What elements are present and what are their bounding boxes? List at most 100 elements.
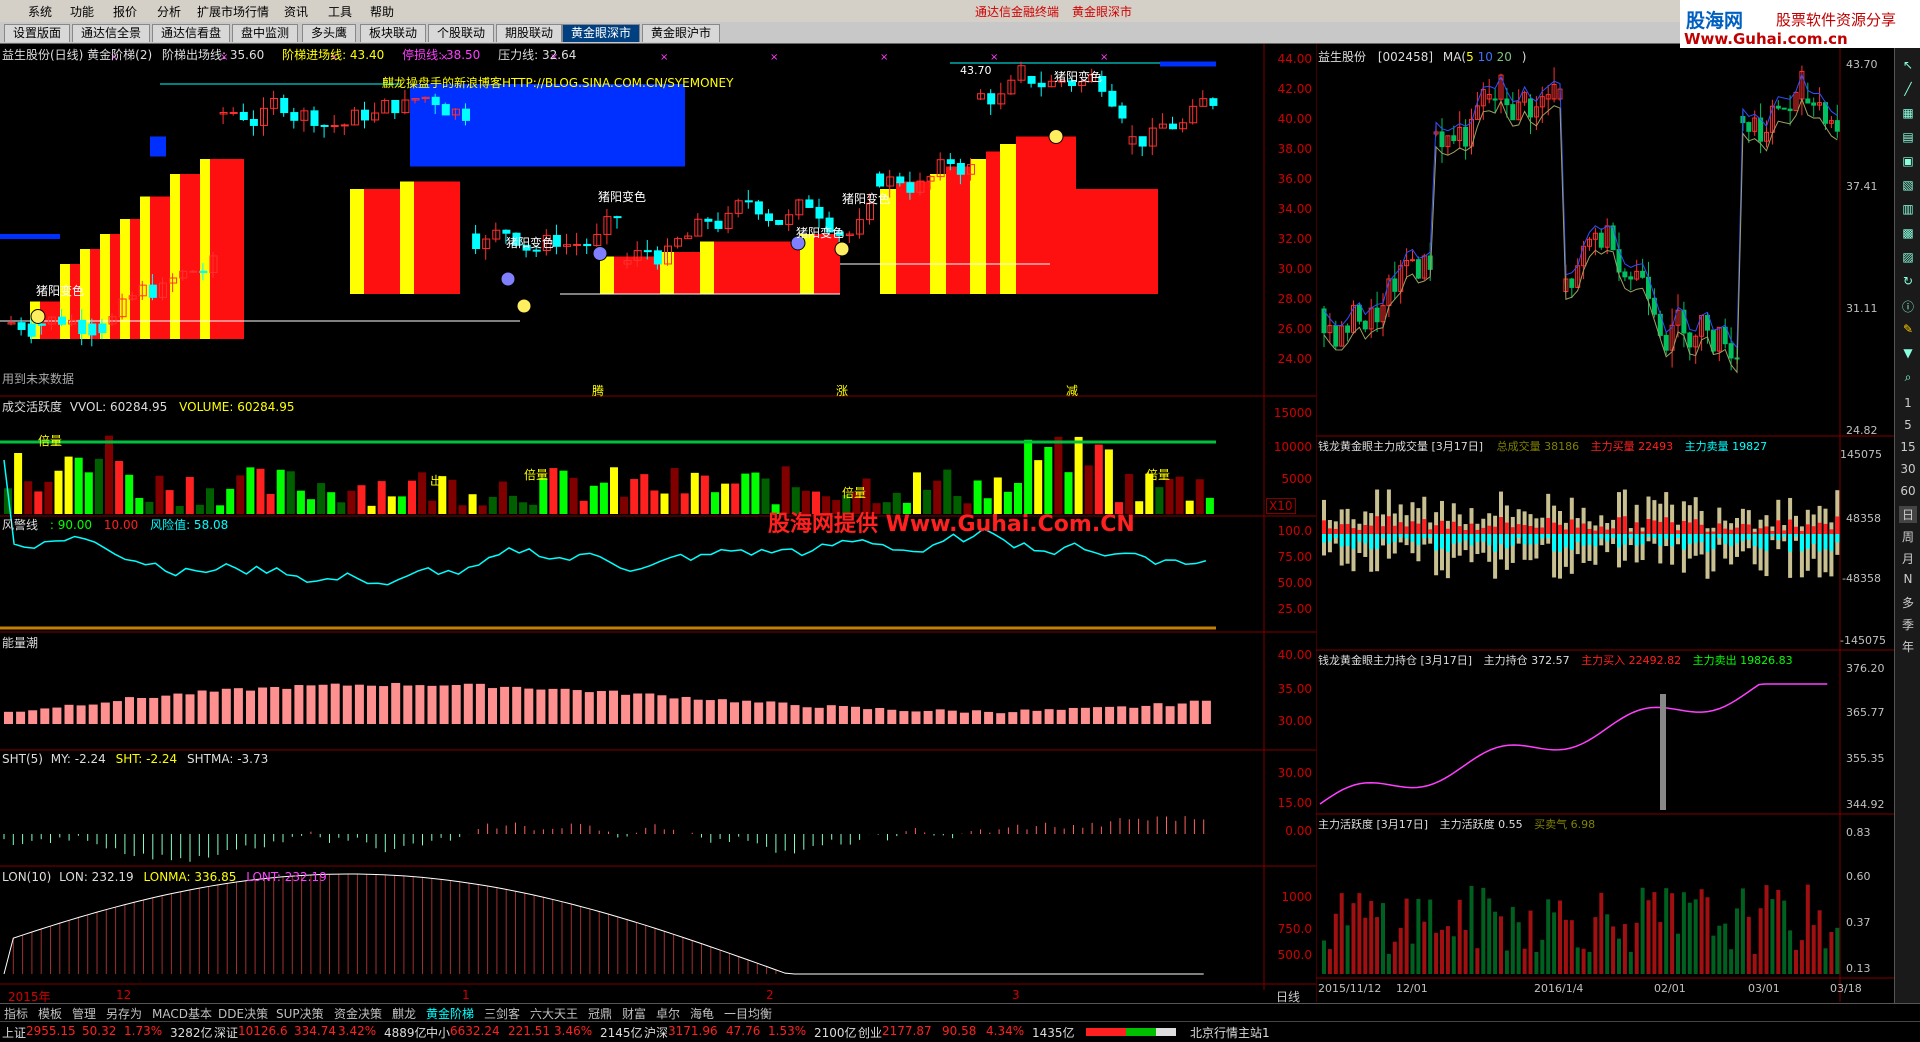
- menu-function[interactable]: 功能: [70, 3, 94, 20]
- sell-bar: [1652, 534, 1657, 538]
- candle-body: [1209, 98, 1218, 106]
- menu-quote[interactable]: 报价: [113, 3, 137, 20]
- period-day[interactable]: 日: [1899, 506, 1917, 523]
- tab-monitor[interactable]: 盘中监测: [232, 24, 299, 42]
- period-n[interactable]: N: [1899, 572, 1917, 586]
- tool-icon-info[interactable]: ⓘ: [1899, 298, 1917, 315]
- tab-sector-link[interactable]: 板块联动: [360, 24, 427, 42]
- energy-bar: [270, 687, 280, 724]
- candle-body: [876, 173, 885, 187]
- indicator-tab[interactable]: 模板: [38, 1005, 62, 1022]
- candle-body: [361, 109, 369, 121]
- tool-icon-list[interactable]: ▥: [1899, 202, 1917, 216]
- link-golden-eye-sz[interactable]: 黄金眼深市: [1072, 3, 1132, 20]
- period-multi[interactable]: 多: [1899, 594, 1917, 611]
- period-season[interactable]: 季: [1899, 616, 1917, 633]
- active-bar: [1563, 919, 1568, 974]
- tool-icon-filter[interactable]: ▼: [1899, 346, 1917, 360]
- menu-help[interactable]: 帮助: [370, 3, 394, 20]
- sell-bar: [1375, 534, 1380, 549]
- menu-analysis[interactable]: 分析: [157, 3, 181, 20]
- indicator-tab[interactable]: 资金决策: [334, 1005, 382, 1022]
- sell-bar: [1794, 534, 1798, 537]
- indicator-tab[interactable]: 卓尔: [656, 1005, 680, 1022]
- indicator-tab[interactable]: 海龟: [690, 1005, 714, 1022]
- sell-bar: [1646, 534, 1651, 537]
- period-30min[interactable]: 30: [1899, 462, 1917, 476]
- x-marker: ×: [990, 52, 998, 63]
- candle-body: [1746, 122, 1752, 132]
- period-1min[interactable]: 1: [1899, 396, 1917, 410]
- candle-body: [330, 125, 339, 128]
- server-name[interactable]: 北京行情主站1: [1190, 1024, 1270, 1041]
- tab-settings[interactable]: 设置版面: [4, 24, 71, 42]
- active-bar: [1428, 899, 1433, 974]
- menu-news[interactable]: 资讯: [284, 3, 308, 20]
- menu-system[interactable]: 系统: [28, 3, 52, 20]
- sh-label: 上证: [2, 1026, 27, 1040]
- lon-value: LON: 232.19: [59, 870, 134, 884]
- period-month[interactable]: 月: [1899, 550, 1917, 567]
- period-year[interactable]: 年: [1899, 638, 1917, 655]
- main-title-row: 益生股份(日线) 黄金阶梯(2) 阶梯出场线: 35.60 阶梯进场线: 43.…: [2, 46, 576, 63]
- tool-icon-search[interactable]: ⌕: [1899, 370, 1917, 385]
- tool-icon-zoom[interactable]: ▧: [1899, 178, 1917, 192]
- volume-bar: [74, 457, 83, 514]
- buy-bar: [1799, 530, 1804, 534]
- energy-bar: [342, 685, 352, 724]
- energy-bar: [1056, 709, 1066, 724]
- indicator-tab[interactable]: 六大天王: [530, 1005, 578, 1022]
- x10-badge[interactable]: X10: [1266, 498, 1296, 514]
- menu-extended-market[interactable]: 扩展市场行情: [197, 3, 269, 20]
- tool-icon-refresh[interactable]: ↻: [1899, 274, 1917, 288]
- link-terminal[interactable]: 通达信金融终端: [975, 3, 1059, 20]
- period-60min[interactable]: 60: [1899, 484, 1917, 498]
- indicator-tab[interactable]: DDE决策: [218, 1005, 268, 1022]
- indicator-tab[interactable]: 一目均衡: [724, 1005, 772, 1022]
- tool-icon-layout[interactable]: ▨: [1899, 250, 1917, 264]
- indicator-tab[interactable]: 黄金阶梯: [426, 1005, 474, 1022]
- buy-bar: [1528, 526, 1533, 534]
- energy-bar: [197, 690, 207, 724]
- volume-bar: [347, 490, 356, 514]
- candle-body: [1504, 98, 1510, 106]
- tool-icon-chart[interactable]: ▤: [1899, 130, 1917, 144]
- tool-icon-grid[interactable]: ▦: [1899, 106, 1917, 120]
- tab-bull-eagle[interactable]: 多头鹰: [302, 24, 357, 42]
- indicator-tab[interactable]: 指标: [4, 1005, 28, 1022]
- buy-bar: [1504, 522, 1509, 534]
- energy-bar: [318, 684, 328, 724]
- menu-tools[interactable]: 工具: [328, 3, 352, 20]
- volume-bar: [317, 483, 326, 514]
- period-15min[interactable]: 15: [1899, 440, 1917, 454]
- tool-icon-table[interactable]: ▩: [1899, 226, 1917, 240]
- volume-bar: [1165, 478, 1174, 514]
- tab-futures-link[interactable]: 期股联动: [496, 24, 563, 42]
- period-5min[interactable]: 5: [1899, 418, 1917, 432]
- period-week[interactable]: 周: [1899, 528, 1917, 545]
- volume-bar: [1094, 444, 1103, 514]
- indicator-tab[interactable]: SUP决策: [276, 1005, 324, 1022]
- active-bar: [1758, 908, 1763, 974]
- tool-icon-text[interactable]: ▣: [1899, 154, 1917, 168]
- tab-golden-eye-sz[interactable]: 黄金眼深市: [562, 24, 641, 42]
- x-marker: ×: [880, 52, 888, 63]
- tool-icon-cursor[interactable]: ↖: [1899, 58, 1917, 72]
- indicator-tab[interactable]: MACD基本: [152, 1005, 212, 1022]
- indicator-tab[interactable]: 另存为: [106, 1005, 142, 1022]
- buy-bar: [1493, 526, 1498, 534]
- indicator-tab[interactable]: 三剑客: [484, 1005, 520, 1022]
- indicator-tab[interactable]: 管理: [72, 1005, 96, 1022]
- buy-bar: [1339, 524, 1344, 534]
- tab-watch[interactable]: 通达信看盘: [152, 24, 231, 42]
- tab-panorama[interactable]: 通达信全景: [72, 24, 151, 42]
- tab-stock-link[interactable]: 个股联动: [428, 24, 495, 42]
- active-bar: [1463, 929, 1468, 974]
- energy-bar: [1129, 707, 1139, 724]
- indicator-tab[interactable]: 财富: [622, 1005, 646, 1022]
- indicator-tab[interactable]: 麒龙: [392, 1005, 416, 1022]
- tab-golden-eye-sh[interactable]: 黄金眼沪市: [642, 24, 721, 42]
- indicator-tab[interactable]: 冠鼎: [588, 1005, 612, 1022]
- tool-icon-line[interactable]: ╱: [1899, 82, 1917, 96]
- tool-icon-pencil[interactable]: ✎: [1899, 322, 1917, 336]
